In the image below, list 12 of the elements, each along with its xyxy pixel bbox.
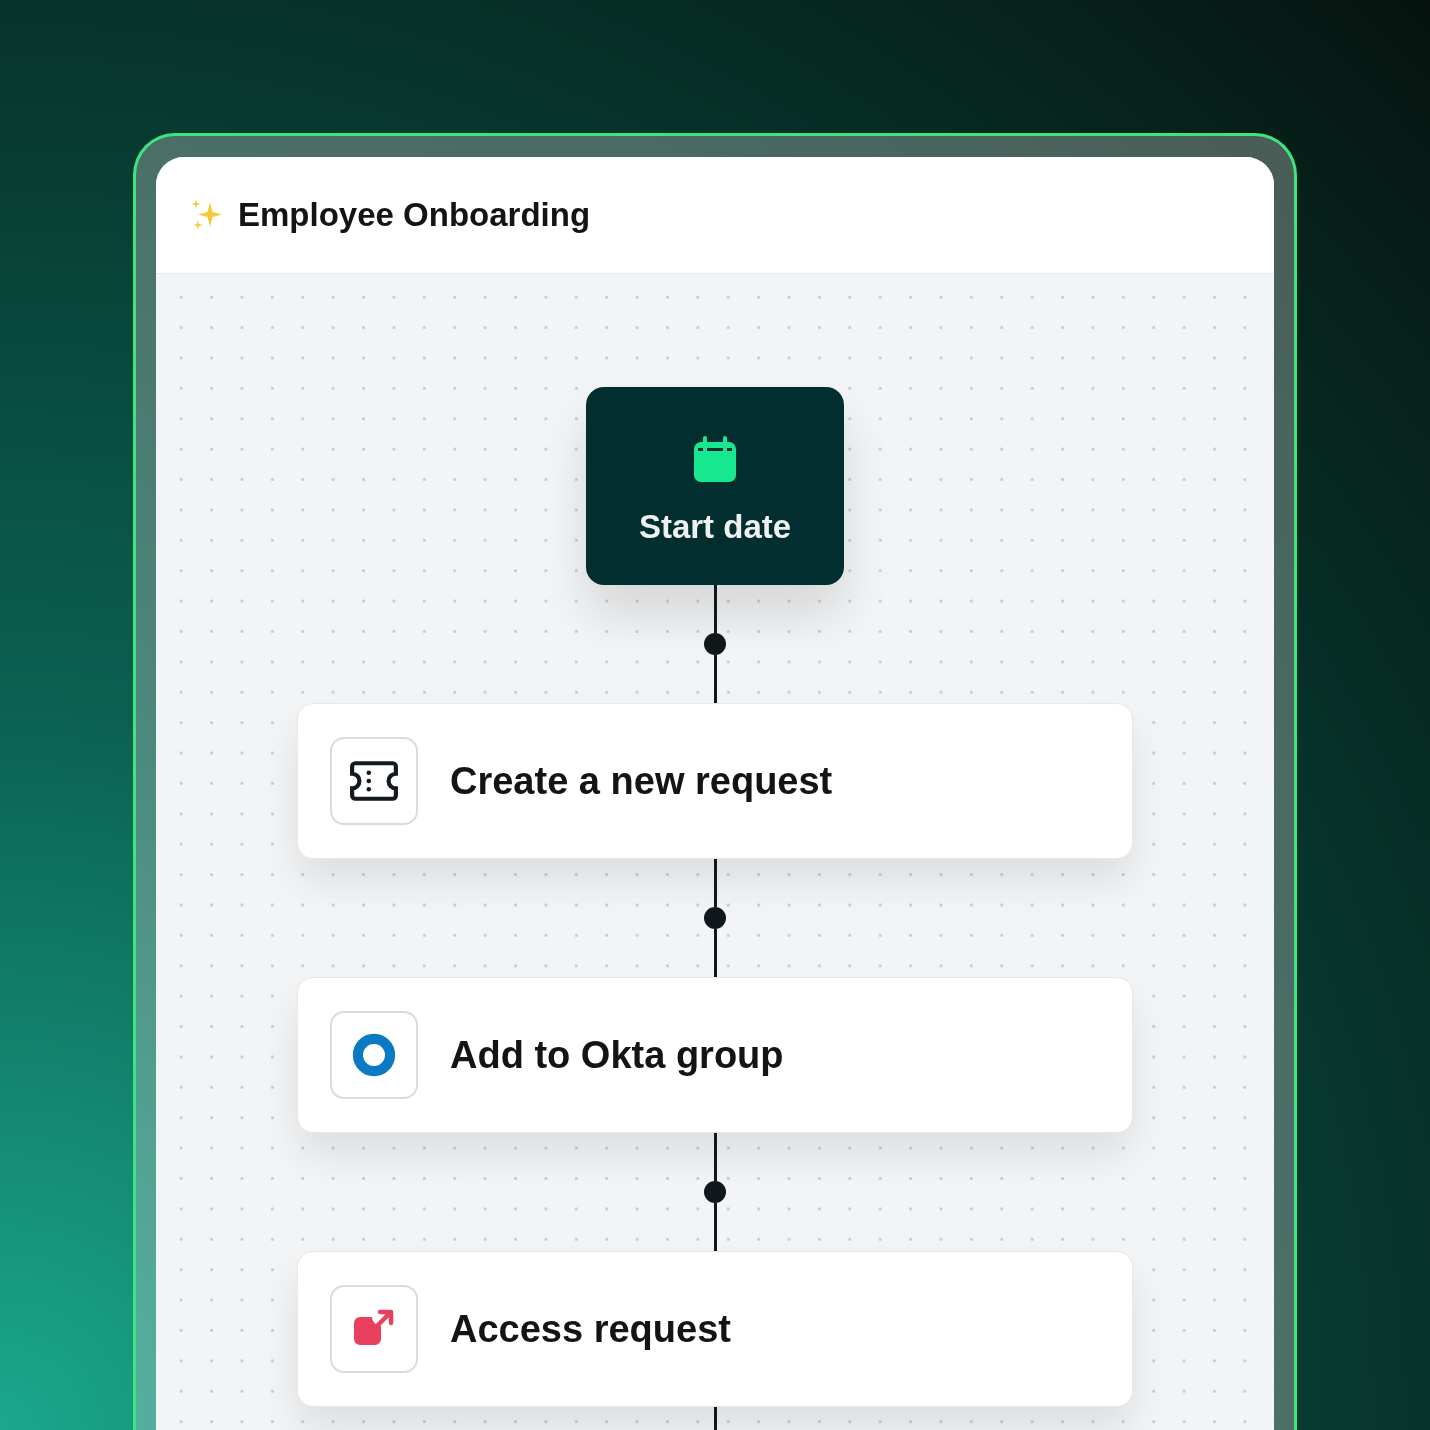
connector xyxy=(713,1407,717,1430)
step-label: Add to Okta group xyxy=(450,1033,784,1077)
trigger-label: Start date xyxy=(638,508,792,546)
step-card[interactable]: Access request xyxy=(297,1251,1133,1407)
calendar-icon xyxy=(694,436,736,482)
window-title: Employee Onboarding xyxy=(238,196,591,234)
step-card[interactable]: Create a new request xyxy=(297,703,1133,859)
step-card[interactable]: Add to Okta group xyxy=(297,977,1133,1133)
step-label: Create a new request xyxy=(450,759,833,803)
step-label: Access request xyxy=(450,1307,731,1351)
ticket-icon xyxy=(349,759,399,803)
trigger-node[interactable]: Start date xyxy=(586,387,844,585)
